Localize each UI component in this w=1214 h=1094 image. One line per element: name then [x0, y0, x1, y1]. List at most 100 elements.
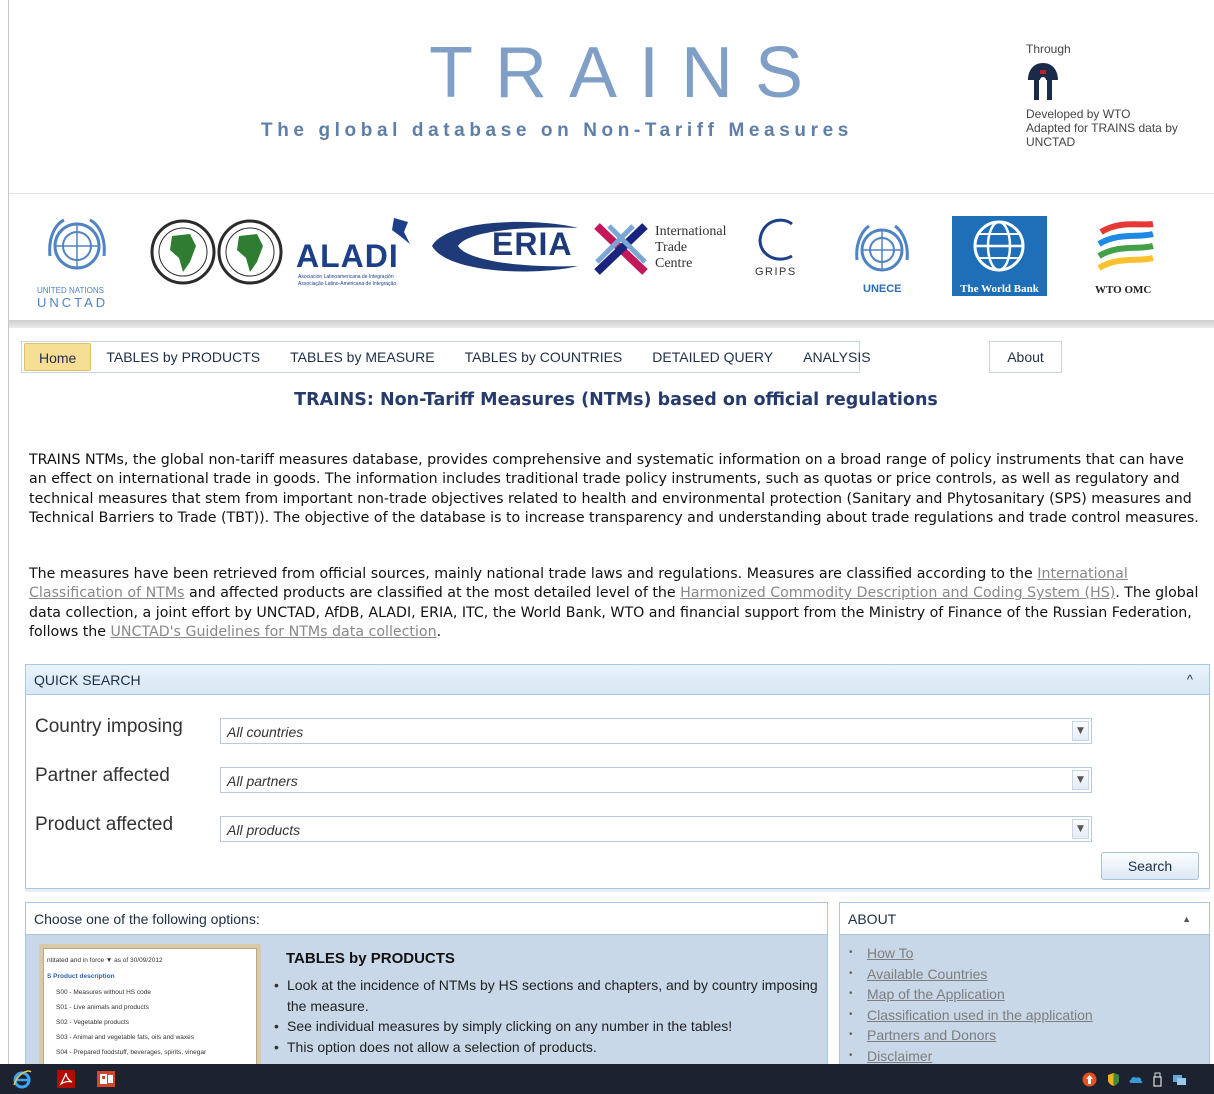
link-available-countries[interactable]: Available Countries [867, 966, 987, 982]
link-classification[interactable]: Classification used in the application [867, 1007, 1093, 1023]
thumb-line: S02 - Vegetable products [56, 1019, 129, 1026]
nav-home[interactable]: Home [24, 343, 92, 371]
options-header: Choose one of the following options: [26, 903, 827, 935]
itc-line1: International [655, 224, 727, 239]
partner-affected-label: Partner affected [35, 765, 170, 786]
nav-about[interactable]: About [989, 341, 1062, 373]
aladi-name: ALADI [296, 238, 399, 274]
nav-tables-by-products[interactable]: TABLES by PRODUCTS [91, 343, 275, 371]
itc-logo[interactable]: International Trade Centre [591, 218, 751, 282]
grips-name: GRIPS [755, 266, 797, 278]
update-icon[interactable] [1082, 1072, 1097, 1087]
unece-logo[interactable]: UNECE [849, 220, 919, 300]
country-imposing-value: All countries [227, 724, 304, 740]
country-imposing-select[interactable]: All countries ▼ [220, 718, 1092, 744]
product-affected-select[interactable]: All products ▼ [220, 816, 1092, 842]
thumb-line: S04 - Prepared foodstuff, beverages, spi… [56, 1049, 207, 1056]
thumb-line: S Product description [47, 973, 115, 980]
link-harmonized-system[interactable]: Harmonized Commodity Description and Cod… [680, 585, 1115, 601]
worldbank-logo[interactable]: The World Bank [952, 216, 1047, 296]
partner-affected-select[interactable]: All partners ▼ [220, 767, 1092, 793]
through-description: Developed by WTO Adapted for TRAINS data… [1026, 107, 1201, 149]
chevron-down-icon[interactable]: ▼ [1072, 770, 1089, 790]
product-affected-label: Product affected [35, 814, 174, 835]
p2-text-4: . [436, 623, 442, 640]
wto-logo[interactable]: WTO OMC [1081, 218, 1171, 298]
partner-logos: UNITED NATIONS UNCTAD ALADI Asociación L… [9, 198, 1214, 320]
collapse-icon[interactable]: ▲ [1182, 903, 1191, 935]
link-how-to[interactable]: How To [867, 945, 913, 961]
unctad-line2: UNCTAD [37, 295, 109, 310]
product-affected-value: All products [227, 822, 301, 838]
site-title: TRAINS [429, 33, 826, 113]
chevron-down-icon[interactable]: ▼ [1072, 819, 1089, 839]
about-list-item: Map of the Application [849, 984, 1093, 1005]
unece-name: UNECE [863, 283, 902, 295]
about-header[interactable]: ABOUT ▲ [840, 903, 1209, 935]
through-line-developed: Developed by WTO [1026, 107, 1131, 121]
about-list-item: How To [849, 943, 1093, 964]
shield-icon[interactable] [1106, 1072, 1121, 1087]
internet-explorer-icon[interactable] [12, 1069, 32, 1089]
itc-line2: Trade [655, 240, 688, 255]
about-links: How To Available Countries Map of the Ap… [849, 943, 1093, 1067]
link-partners-donors[interactable]: Partners and Donors [867, 1027, 996, 1043]
onedrive-icon[interactable] [1128, 1072, 1143, 1087]
aladi-logo[interactable]: ALADI Asociación Latinoamericana de Inte… [296, 216, 426, 296]
intro-paragraph-1: TRAINS NTMs, the global non-tariff measu… [29, 452, 1199, 526]
intro-paragraph-2: The measures have been retrieved from of… [29, 565, 1199, 642]
chevron-down-icon[interactable]: ▼ [1072, 721, 1089, 741]
option-bullets: Look at the incidence of NTMs by HS sect… [274, 975, 819, 1057]
taskbar [0, 1064, 1214, 1094]
wto-name: WTO OMC [1095, 284, 1152, 296]
network-icon[interactable] [1172, 1072, 1187, 1087]
quick-search-shadow [25, 889, 1210, 892]
p2-text-2: and affected products are classified at … [184, 585, 681, 602]
header-divider [9, 193, 1214, 194]
about-list-item: Classification used in the application [849, 1005, 1093, 1026]
tables-by-products-thumbnail[interactable]: ntitated and in force ▼ as of 30/09/2012… [39, 944, 261, 1074]
thumb-line: ntitated and in force ▼ as of 30/09/2012 [47, 957, 163, 964]
collapse-icon[interactable]: ^ [1187, 665, 1193, 695]
grips-logo[interactable]: GRIPS [749, 216, 809, 286]
country-imposing-label: Country imposing [35, 716, 183, 737]
option-title[interactable]: TABLES by PRODUCTS [286, 950, 455, 967]
about-list-item: Available Countries [849, 964, 1093, 985]
powerpoint-icon[interactable] [96, 1069, 116, 1089]
itc-line3: Centre [655, 256, 693, 271]
search-button[interactable]: Search [1101, 852, 1199, 880]
site-subtitle: The global database on Non-Tariff Measur… [261, 120, 853, 141]
nav-tables-by-measure[interactable]: TABLES by MEASURE [275, 343, 449, 371]
thumb-line: S00 - Measures without HS code [56, 989, 152, 996]
nav-analysis[interactable]: ANALYSIS [788, 343, 885, 371]
nav-tables-by-countries[interactable]: TABLES by COUNTRIES [450, 343, 638, 371]
eria-logo[interactable]: ERIA [428, 216, 603, 276]
quick-search-panel: QUICK SEARCH ^ Country imposing All coun… [25, 664, 1210, 889]
link-disclaimer[interactable]: Disclaimer [867, 1048, 932, 1064]
option-bullet: Look at the incidence of NTMs by HS sect… [274, 975, 819, 1016]
link-map-of-application[interactable]: Map of the Application [867, 986, 1005, 1002]
itip-logo[interactable] [1026, 62, 1060, 102]
unctad-line1: UNITED NATIONS [37, 286, 104, 295]
link-guidelines[interactable]: UNCTAD's Guidelines for NTMs data collec… [111, 624, 437, 640]
aladi-tagline1: Asociación Latinoamericana de Integració… [298, 274, 394, 280]
thumbnail-preview: ntitated and in force ▼ as of 30/09/2012… [43, 948, 257, 1072]
usb-icon[interactable] [1150, 1072, 1165, 1087]
option-bullet: This option does not allow a selection o… [274, 1037, 819, 1058]
eria-name: ERIA [492, 226, 573, 262]
through-line-adapted: Adapted for TRAINS data by UNCTAD [1026, 121, 1178, 149]
options-panel: Choose one of the following options: nti… [25, 902, 828, 1074]
about-list-item: Partners and Donors [849, 1025, 1093, 1046]
acrobat-icon[interactable] [56, 1069, 76, 1089]
aladi-tagline2: Associação Latino-Americana de Integraçã… [298, 281, 397, 287]
thumb-line: S01 - Live animals and products [56, 1004, 149, 1011]
page-title: TRAINS: Non-Tariff Measures (NTMs) based… [294, 390, 938, 410]
afdb-logo[interactable] [150, 218, 290, 288]
nav-detailed-query[interactable]: DETAILED QUERY [637, 343, 788, 371]
thumb-line: S03 - Animal and vegetable fats, oils an… [56, 1034, 195, 1041]
worldbank-name: The World Bank [952, 282, 1047, 296]
through-label: Through [1026, 42, 1071, 56]
quick-search-header[interactable]: QUICK SEARCH ^ [26, 665, 1209, 695]
main-nav: Home TABLES by PRODUCTS TABLES by MEASUR… [21, 341, 871, 373]
unctad-logo[interactable]: UNITED NATIONS UNCTAD [37, 216, 127, 311]
